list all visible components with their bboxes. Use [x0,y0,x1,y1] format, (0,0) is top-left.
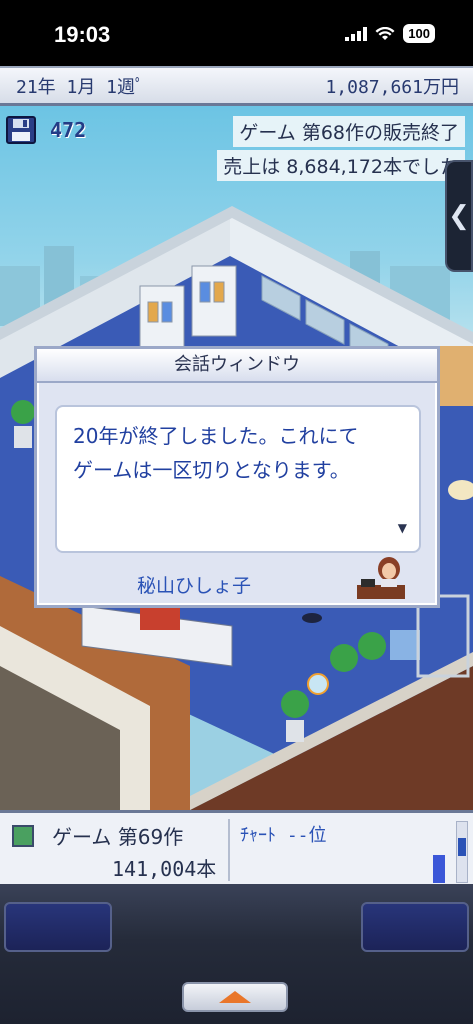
chevron-left-icon: ❮ [448,201,470,231]
right-soft-button[interactable] [361,902,469,952]
scroll-thumb[interactable] [458,838,466,856]
control-bar [0,884,473,1024]
battery-indicator: 100 [403,24,435,43]
dialog-title: 会話ウィンドウ [37,349,437,383]
news-announcement: ゲーム 第68作の販売終了 売上は 8,684,172本でした [217,116,465,184]
current-game-sales: 141,004本 [112,857,217,881]
game-cartridge-icon [12,825,34,847]
signal-icon [345,26,368,41]
panel-divider [228,819,230,881]
news-line-1: ゲーム 第68作の販売終了 [233,116,465,147]
secretary-avatar [357,557,405,599]
status-time: 19:03 [54,22,111,47]
left-soft-button[interactable] [4,902,112,952]
game-date: 21年 1月 1週ﾟ [16,76,145,98]
dialog-message[interactable]: 20年が終了しました。これにて ゲームは一区切りとなります。 ▼ [55,405,421,553]
side-panel-toggle[interactable]: ❮ [445,160,473,272]
sales-bar [433,855,445,883]
dialog-message-line-1: 20年が終了しました。これにて [73,424,359,448]
current-game-title: ゲーム 第69作 [52,825,184,849]
save-counter[interactable]: 472 [6,116,86,144]
dialog-message-line-2: ゲームは一区切りとなります。 [73,458,350,482]
panel-scrollbar[interactable] [456,821,468,883]
current-game-panel[interactable]: ゲーム 第69作 141,004本 ﾁｬｰﾄ --位 [0,810,473,884]
conversation-dialog[interactable]: 会話ウィンドウ 20年が終了しました。これにて ゲームは一区切りとなります。 ▼… [34,346,440,608]
wifi-icon [375,26,395,40]
game-info-bar: 21年 1月 1週ﾟ 1,087,661万円 [0,66,473,106]
menu-button[interactable] [182,982,288,1012]
speaker-name: 秘山ひしょ子 [137,575,252,597]
next-page-icon: ▼ [397,521,407,535]
floppy-disk-icon [6,116,36,144]
chart-rank: ﾁｬｰﾄ --位 [240,825,327,846]
status-bar: 19:03 100 [0,0,473,66]
arrow-up-icon [219,991,251,1003]
status-icons: 100 [345,24,435,43]
money-total: 1,087,661万円 [325,76,459,98]
save-count: 472 [50,118,87,142]
news-line-2: 売上は 8,684,172本でした [217,150,465,181]
